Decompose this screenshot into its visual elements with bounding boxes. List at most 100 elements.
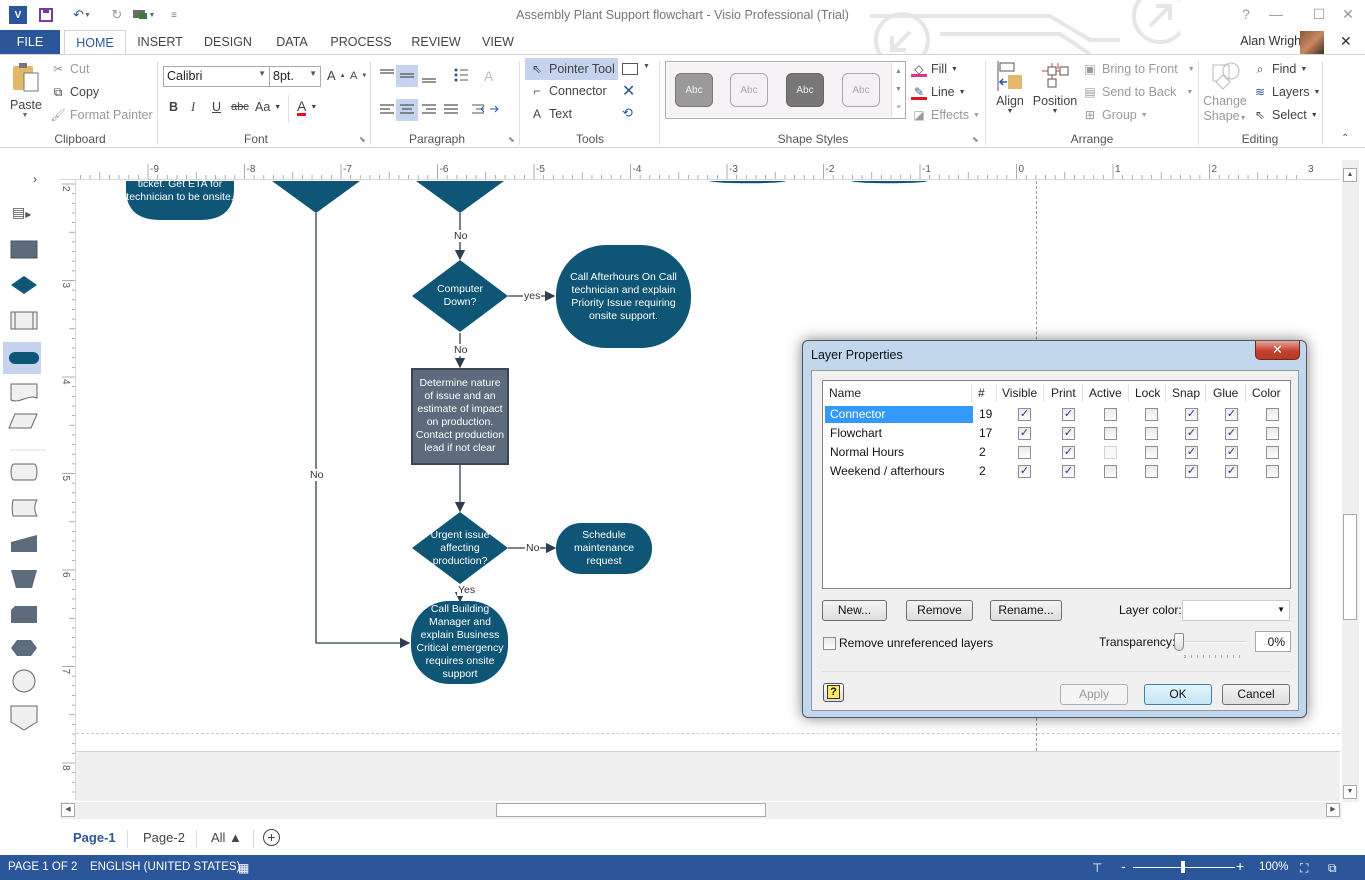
bold-button[interactable]: B xyxy=(169,100,178,114)
shape-style-4[interactable]: Abc xyxy=(842,73,880,107)
tab-file[interactable]: FILE xyxy=(0,30,60,54)
column-header-glue[interactable]: Glue xyxy=(1213,383,1238,403)
connector-button[interactable]: ⌐ Connector xyxy=(529,83,606,99)
scroll-right-icon[interactable]: ▶ xyxy=(1326,803,1340,817)
snap-checkbox[interactable]: ✓ xyxy=(1185,408,1198,421)
column-header-name[interactable]: Name xyxy=(829,383,861,403)
column-header-visible[interactable]: Visible xyxy=(1002,383,1037,403)
shrink-font-button[interactable]: A ▼ xyxy=(350,70,367,82)
visible-checkbox[interactable]: ✓ xyxy=(1018,408,1031,421)
gallery-scroll[interactable]: ▲ ▼ ≡ xyxy=(891,63,905,117)
underline-button[interactable]: U xyxy=(212,100,221,114)
strikethrough-button[interactable]: abc xyxy=(231,101,249,113)
font-size-select[interactable]: 8pt. ▼ xyxy=(269,66,321,87)
align-button[interactable]: Align ▼ xyxy=(994,61,1026,127)
color-checkbox[interactable] xyxy=(1266,446,1279,459)
lock-checkbox[interactable] xyxy=(1145,427,1158,440)
macro-record-icon[interactable]: ▦ xyxy=(238,861,249,875)
transparency-slider-thumb[interactable] xyxy=(1174,633,1184,651)
stencil-folder-icon[interactable]: ▤▶ xyxy=(12,204,31,221)
fill-button[interactable]: ◇ Fill ▼ xyxy=(911,61,958,77)
italic-button[interactable]: I xyxy=(191,100,195,115)
active-checkbox[interactable] xyxy=(1104,408,1117,421)
font-family-select[interactable]: Calibri ▼ xyxy=(163,66,270,87)
color-checkbox[interactable] xyxy=(1266,465,1279,478)
pointer-tool-button[interactable]: ⇖ Pointer Tool xyxy=(525,58,618,80)
glue-checkbox[interactable]: ✓ xyxy=(1225,465,1238,478)
print-checkbox[interactable]: ✓ xyxy=(1062,427,1075,440)
layer-name[interactable]: Weekend / afterhours xyxy=(825,463,973,480)
grow-font-button[interactable]: A ▲ xyxy=(327,68,346,83)
tab-page-1[interactable]: Page-1 xyxy=(73,830,116,845)
close-document-icon[interactable]: ✕ xyxy=(1340,33,1352,50)
lock-checkbox[interactable] xyxy=(1145,465,1158,478)
horizontal-align-buttons[interactable] xyxy=(376,99,464,121)
change-case-button[interactable]: Aa ▼ xyxy=(255,100,281,114)
layers-button[interactable]: ≋ Layers ▼ xyxy=(1252,84,1321,100)
glue-checkbox[interactable]: ✓ xyxy=(1225,446,1238,459)
layer-name[interactable]: Normal Hours xyxy=(825,444,973,461)
layer-row[interactable]: Normal Hours 2 ✓ ✓ ✓ xyxy=(825,443,1290,462)
copy-button[interactable]: ⧉ Copy xyxy=(50,84,99,100)
layer-color-select[interactable]: ▼ xyxy=(1182,600,1290,621)
snap-checkbox[interactable]: ✓ xyxy=(1185,446,1198,459)
add-page-icon[interactable]: + xyxy=(263,829,280,846)
print-checkbox[interactable]: ✓ xyxy=(1062,408,1075,421)
visible-checkbox[interactable]: ✓ xyxy=(1018,427,1031,440)
chevron-down-icon[interactable]: ▼ xyxy=(643,63,650,70)
remove-layer-button[interactable]: Remove xyxy=(906,600,973,621)
column-header-count[interactable]: # xyxy=(978,383,985,403)
print-checkbox[interactable]: ✓ xyxy=(1062,465,1075,478)
shape-style-3[interactable]: Abc xyxy=(786,73,824,107)
fit-page-icon[interactable]: ⛶ xyxy=(1300,861,1308,876)
color-checkbox[interactable] xyxy=(1266,408,1279,421)
collapse-ribbon-icon[interactable]: ⌃ xyxy=(1341,133,1349,144)
vertical-scroll-thumb[interactable] xyxy=(1343,514,1357,620)
visible-checkbox[interactable] xyxy=(1018,446,1031,459)
help-icon[interactable]: ? xyxy=(823,683,844,702)
page-indicator[interactable]: PAGE 1 OF 2 xyxy=(8,861,77,873)
find-button[interactable]: ⌕ Find ▼ xyxy=(1252,61,1308,77)
cancel-button[interactable]: Cancel xyxy=(1222,684,1290,705)
tab-home[interactable]: HOME xyxy=(64,30,126,55)
select-button[interactable]: ⇖ Select ▼ xyxy=(1252,107,1318,123)
switch-windows-icon[interactable]: ⧉ xyxy=(1328,861,1337,876)
visible-checkbox[interactable]: ✓ xyxy=(1018,465,1031,478)
zoom-out-icon[interactable]: - xyxy=(1121,858,1126,874)
active-checkbox[interactable] xyxy=(1104,465,1117,478)
tab-all-pages[interactable]: All ▲ xyxy=(211,830,242,845)
dialog-launcher-icon[interactable]: ⬊ xyxy=(359,135,366,144)
format-painter-button[interactable]: 🖌 Format Painter xyxy=(50,107,152,123)
shape-style-2[interactable]: Abc xyxy=(730,73,768,107)
tab-data[interactable]: DATA xyxy=(270,30,314,54)
presentation-mode-icon[interactable]: ⊤ xyxy=(1092,861,1102,875)
effects-button[interactable]: ◪ Effects ▼ xyxy=(911,107,980,123)
rename-layer-button[interactable]: Rename... xyxy=(990,600,1062,621)
snap-checkbox[interactable]: ✓ xyxy=(1185,465,1198,478)
remove-unreferenced-checkbox[interactable] xyxy=(823,637,836,650)
print-checkbox[interactable]: ✓ xyxy=(1062,446,1075,459)
zoom-level[interactable]: 100% xyxy=(1259,861,1288,873)
help-icon[interactable]: ? xyxy=(1235,6,1257,22)
active-checkbox[interactable] xyxy=(1104,446,1117,459)
rotate-tool-icon[interactable]: ⟲ xyxy=(622,105,633,121)
glue-checkbox[interactable]: ✓ xyxy=(1225,427,1238,440)
line-button[interactable]: ✎ Line ▼ xyxy=(911,84,966,100)
lock-checkbox[interactable] xyxy=(1145,446,1158,459)
scroll-down-icon[interactable]: ▼ xyxy=(1343,785,1357,799)
paste-button[interactable]: Paste ▼ xyxy=(10,61,44,119)
tab-review[interactable]: REVIEW xyxy=(408,30,464,54)
bullets-button[interactable] xyxy=(450,65,472,87)
ok-button[interactable]: OK xyxy=(1144,684,1212,705)
cut-button[interactable]: ✂ Cut xyxy=(50,61,89,77)
tab-process[interactable]: PROCESS xyxy=(330,30,392,54)
zoom-slider-thumb[interactable] xyxy=(1181,861,1185,873)
position-button[interactable]: Position ▼ xyxy=(1032,61,1078,127)
column-header-color[interactable]: Color xyxy=(1252,383,1281,403)
layer-name[interactable]: Flowchart xyxy=(825,425,973,442)
snap-checkbox[interactable]: ✓ xyxy=(1185,427,1198,440)
column-header-lock[interactable]: Lock xyxy=(1135,383,1160,403)
tab-view[interactable]: VIEW xyxy=(478,30,518,54)
shape-style-1[interactable]: Abc xyxy=(675,73,713,107)
glue-checkbox[interactable]: ✓ xyxy=(1225,408,1238,421)
